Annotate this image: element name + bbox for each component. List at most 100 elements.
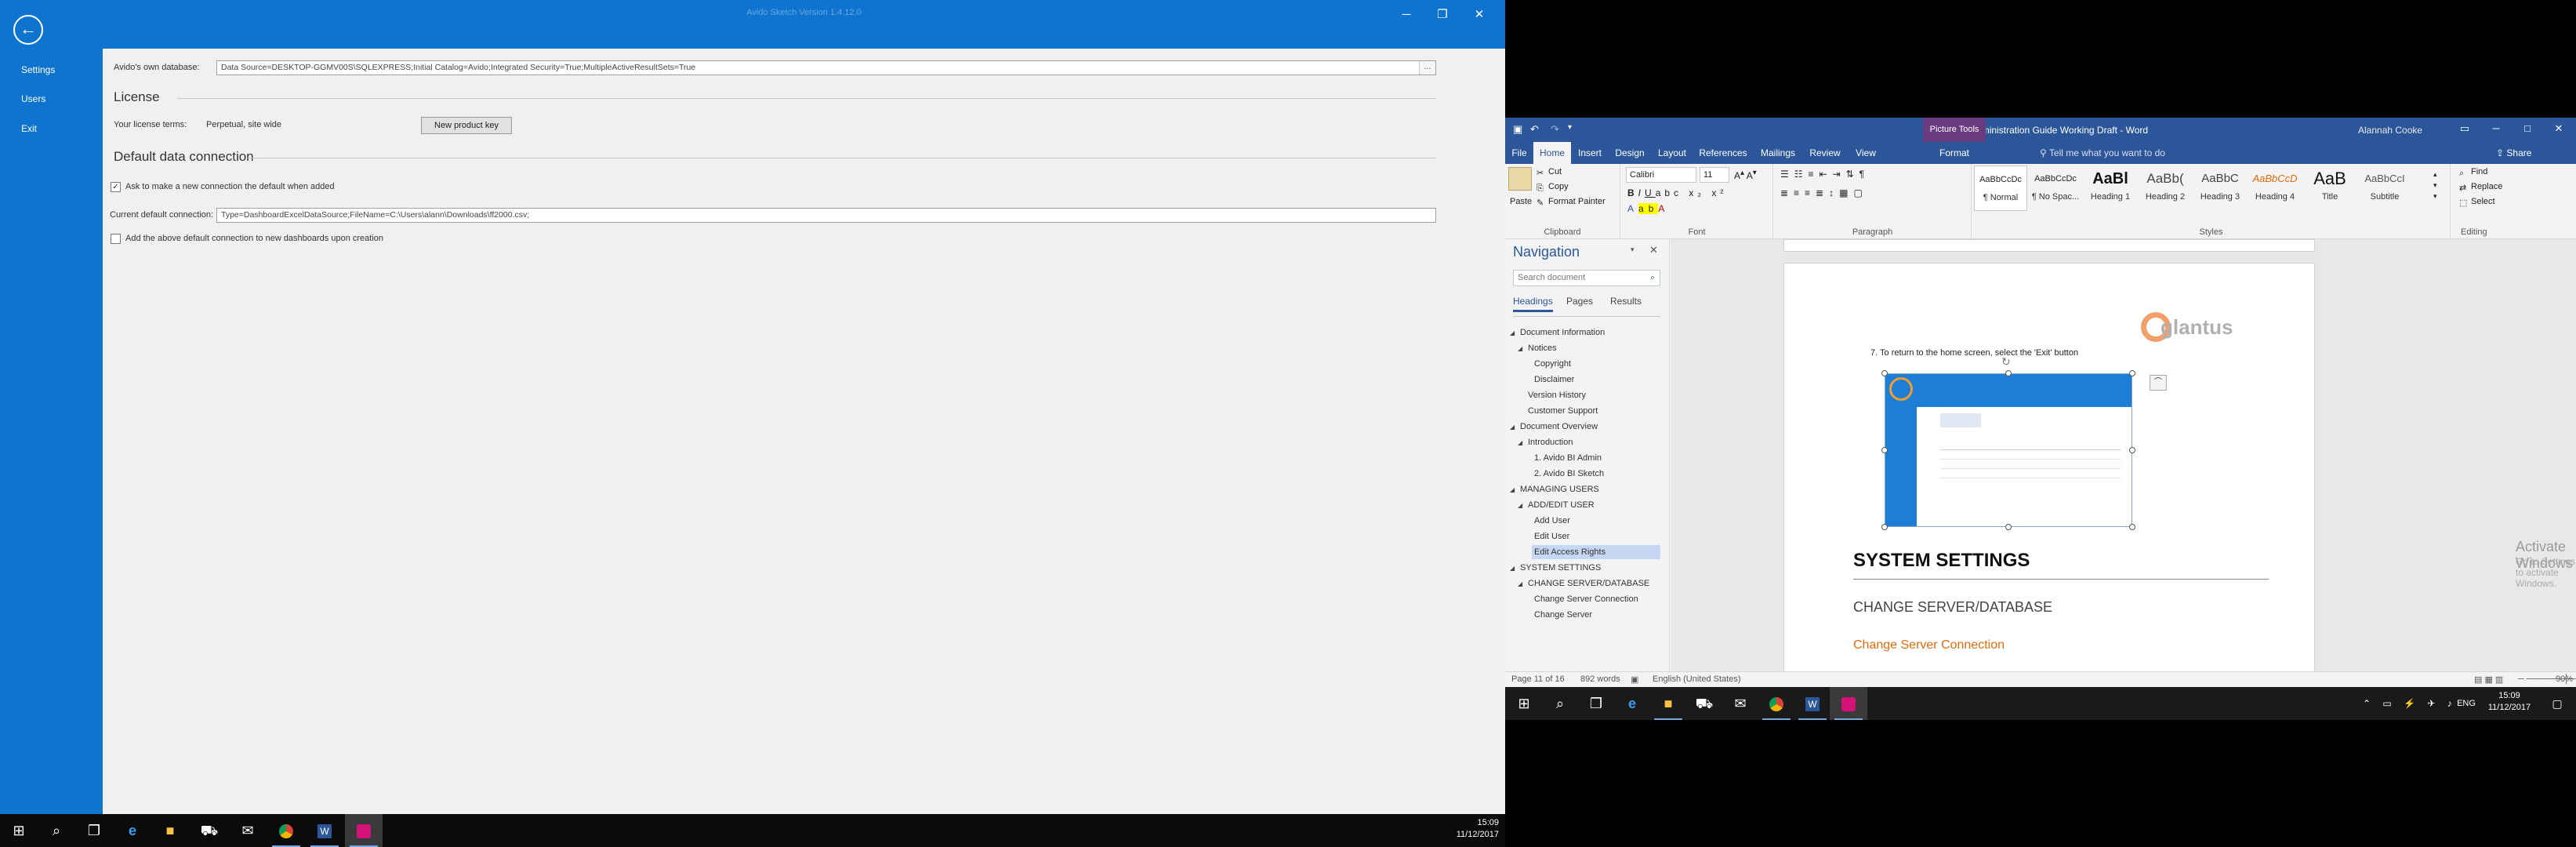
tab-pages[interactable]: Pages xyxy=(1566,296,1593,307)
nav-heading-item[interactable]: 1. Avido BI Admin xyxy=(1532,451,1606,465)
chrome-icon[interactable] xyxy=(267,814,305,847)
minimize-icon[interactable]: ─ xyxy=(1395,6,1418,24)
nav-heading-item[interactable]: Disclaimer xyxy=(1532,373,1579,387)
file-explorer-icon[interactable]: ■ xyxy=(151,814,189,847)
zoom-level[interactable]: 90% xyxy=(2556,674,2573,684)
resize-handle[interactable] xyxy=(2129,524,2135,530)
tab-headings[interactable]: Headings xyxy=(1513,296,1553,312)
nav-heading-item[interactable]: Edit Access Rights xyxy=(1532,545,1660,559)
store-icon[interactable]: ⛟ xyxy=(190,814,228,847)
new-product-key-button[interactable]: New product key xyxy=(421,117,512,134)
nav-heading-item[interactable]: Change Server Connection xyxy=(1532,592,1643,606)
sidebar-item-settings[interactable]: Settings xyxy=(21,64,55,75)
resize-handle[interactable] xyxy=(2129,447,2135,453)
cut-button[interactable]: ✂ Cut xyxy=(1537,167,1562,178)
task-view-icon[interactable]: ❐ xyxy=(1577,687,1615,720)
nav-heading-item[interactable]: Edit User xyxy=(1532,529,1574,543)
sidebar-item-exit[interactable]: Exit xyxy=(21,123,37,134)
rotate-handle-icon[interactable]: ↻ xyxy=(2001,355,2011,369)
page-count[interactable]: Page 11 of 16 xyxy=(1511,674,1565,684)
style-no-spacing[interactable]: AaBbCcDc ¶ No Spac... xyxy=(2029,165,2082,211)
search-document-input[interactable]: Search document ⌕ xyxy=(1513,270,1660,286)
find-button[interactable]: ⌕ Find xyxy=(2459,167,2487,178)
restore-icon[interactable]: ❐ xyxy=(1431,6,1454,24)
tab-mailings[interactable]: Mailings xyxy=(1753,142,1803,164)
tell-me-box[interactable]: ⚲ Tell me what you want to do xyxy=(2040,142,2165,164)
list-buttons[interactable]: ☰☷≡⇤⇥⇅¶ xyxy=(1780,169,1870,180)
font-color-buttons[interactable]: AabA xyxy=(1627,203,1669,214)
paste-button[interactable]: Paste xyxy=(1510,197,1532,206)
embedded-screenshot[interactable]: ↻ xyxy=(1881,355,2135,530)
ribbon-options-icon[interactable]: ▭ xyxy=(2451,122,2479,138)
nav-heading-item[interactable]: Change Server xyxy=(1532,608,1597,622)
proofing-icon[interactable]: ▣ xyxy=(1631,674,1638,685)
font-style-buttons[interactable]: BIUabc x₂ x² xyxy=(1627,187,1727,198)
view-buttons[interactable]: ▤ ▦ ▥ xyxy=(2474,674,2503,685)
nav-heading-item[interactable]: Document Information xyxy=(1518,325,1609,340)
word-count[interactable]: 892 words xyxy=(1580,674,1620,684)
word-icon[interactable]: W xyxy=(306,814,343,847)
tab-references[interactable]: References xyxy=(1693,142,1753,164)
paste-icon[interactable] xyxy=(1508,167,1532,191)
share-button[interactable]: ⇪ Share xyxy=(2496,142,2531,164)
style-heading-2[interactable]: AaBb(Heading 2 xyxy=(2139,165,2192,211)
resize-handle[interactable] xyxy=(1881,447,1888,453)
nav-heading-item[interactable]: Version History xyxy=(1526,388,1591,402)
notifications-icon[interactable]: ▢ xyxy=(2542,687,2573,720)
search-icon[interactable]: ⌕ xyxy=(1541,687,1579,720)
search-icon[interactable]: ⌕ xyxy=(1650,271,1655,285)
tab-view[interactable]: View xyxy=(1847,142,1885,164)
chrome-icon[interactable] xyxy=(1758,687,1795,720)
tab-file[interactable]: File xyxy=(1505,142,1533,164)
nav-heading-item[interactable]: ADD/EDIT USER xyxy=(1526,498,1599,512)
mail-icon[interactable]: ✉ xyxy=(1722,687,1759,720)
close-icon[interactable]: ✕ xyxy=(1468,6,1491,24)
tab-format[interactable]: Format xyxy=(1923,142,1986,164)
collapse-triangle-icon[interactable]: ◢ xyxy=(1518,580,1522,587)
nav-heading-item[interactable]: SYSTEM SETTINGS xyxy=(1518,561,1605,575)
ask-default-checkbox[interactable]: ✓ xyxy=(111,182,121,192)
style-heading-3[interactable]: AaBbC Heading 3 xyxy=(2193,165,2247,211)
style-heading-1[interactable]: AaBl Heading 1 xyxy=(2084,165,2137,211)
nav-heading-item[interactable]: Introduction xyxy=(1526,435,1577,449)
collapse-triangle-icon[interactable]: ◢ xyxy=(1510,486,1515,493)
add-default-checkbox[interactable] xyxy=(111,234,121,244)
user-name[interactable]: Alannah Cooke xyxy=(2358,125,2422,136)
windows-icon[interactable]: ⊞ xyxy=(0,814,38,847)
nav-heading-item[interactable]: 2. Avido BI Sketch xyxy=(1532,467,1609,481)
font-size-buttons[interactable]: A▴ A▾ xyxy=(1734,169,1757,181)
font-name-dropdown[interactable]: Calibri xyxy=(1626,167,1696,183)
style-heading-4[interactable]: AaBbCcD Heading 4 xyxy=(2248,165,2302,211)
font-size-dropdown[interactable]: 11 xyxy=(1700,167,1729,183)
nav-heading-item[interactable]: Customer Support xyxy=(1526,404,1602,418)
alignment-buttons[interactable]: ≣≡≡≣↕▦▢ xyxy=(1780,187,1868,198)
nav-heading-item[interactable]: Notices xyxy=(1526,341,1562,355)
language[interactable]: English (United States) xyxy=(1653,674,1741,684)
pane-options-icon[interactable]: ▾ xyxy=(1631,245,1634,254)
back-arrow-icon[interactable]: ← xyxy=(13,15,43,45)
resize-handle[interactable] xyxy=(2129,370,2135,376)
avido-icon[interactable] xyxy=(345,814,383,847)
style-title[interactable]: AaB Title xyxy=(2303,165,2356,211)
edge-icon[interactable]: e xyxy=(114,814,151,847)
close-pane-icon[interactable]: ✕ xyxy=(1649,244,1658,256)
collapse-triangle-icon[interactable]: ◢ xyxy=(1518,345,1522,352)
collapse-triangle-icon[interactable]: ◢ xyxy=(1510,565,1515,572)
minimize-icon[interactable]: ─ xyxy=(2482,122,2510,138)
style-normal[interactable]: AaBbCcDc ¶ Normal xyxy=(1974,165,2027,211)
layout-options-icon[interactable]: ⌒ xyxy=(2150,375,2167,391)
search-icon[interactable]: ⌕ xyxy=(38,814,75,847)
collapse-triangle-icon[interactable]: ◢ xyxy=(1510,424,1515,431)
resize-handle[interactable] xyxy=(2005,524,2012,530)
collapse-triangle-icon[interactable]: ◢ xyxy=(1518,439,1522,446)
current-connection-input[interactable]: Type=DashboardExcelDataSource;FileName=C… xyxy=(216,208,1436,223)
select-button[interactable]: ⬚ Select xyxy=(2459,197,2495,208)
windows-icon[interactable]: ⊞ xyxy=(1505,687,1543,720)
style-subtitle[interactable]: AaBbCcI Subtitle xyxy=(2358,165,2411,211)
tab-layout[interactable]: Layout xyxy=(1651,142,1693,164)
nav-heading-item[interactable]: MANAGING USERS xyxy=(1518,482,1604,496)
db-browse-button[interactable]: ... xyxy=(1419,61,1435,75)
sidebar-item-users[interactable]: Users xyxy=(21,93,45,104)
copy-button[interactable]: ⎘ Copy xyxy=(1537,182,1569,193)
resize-handle[interactable] xyxy=(1881,370,1888,376)
